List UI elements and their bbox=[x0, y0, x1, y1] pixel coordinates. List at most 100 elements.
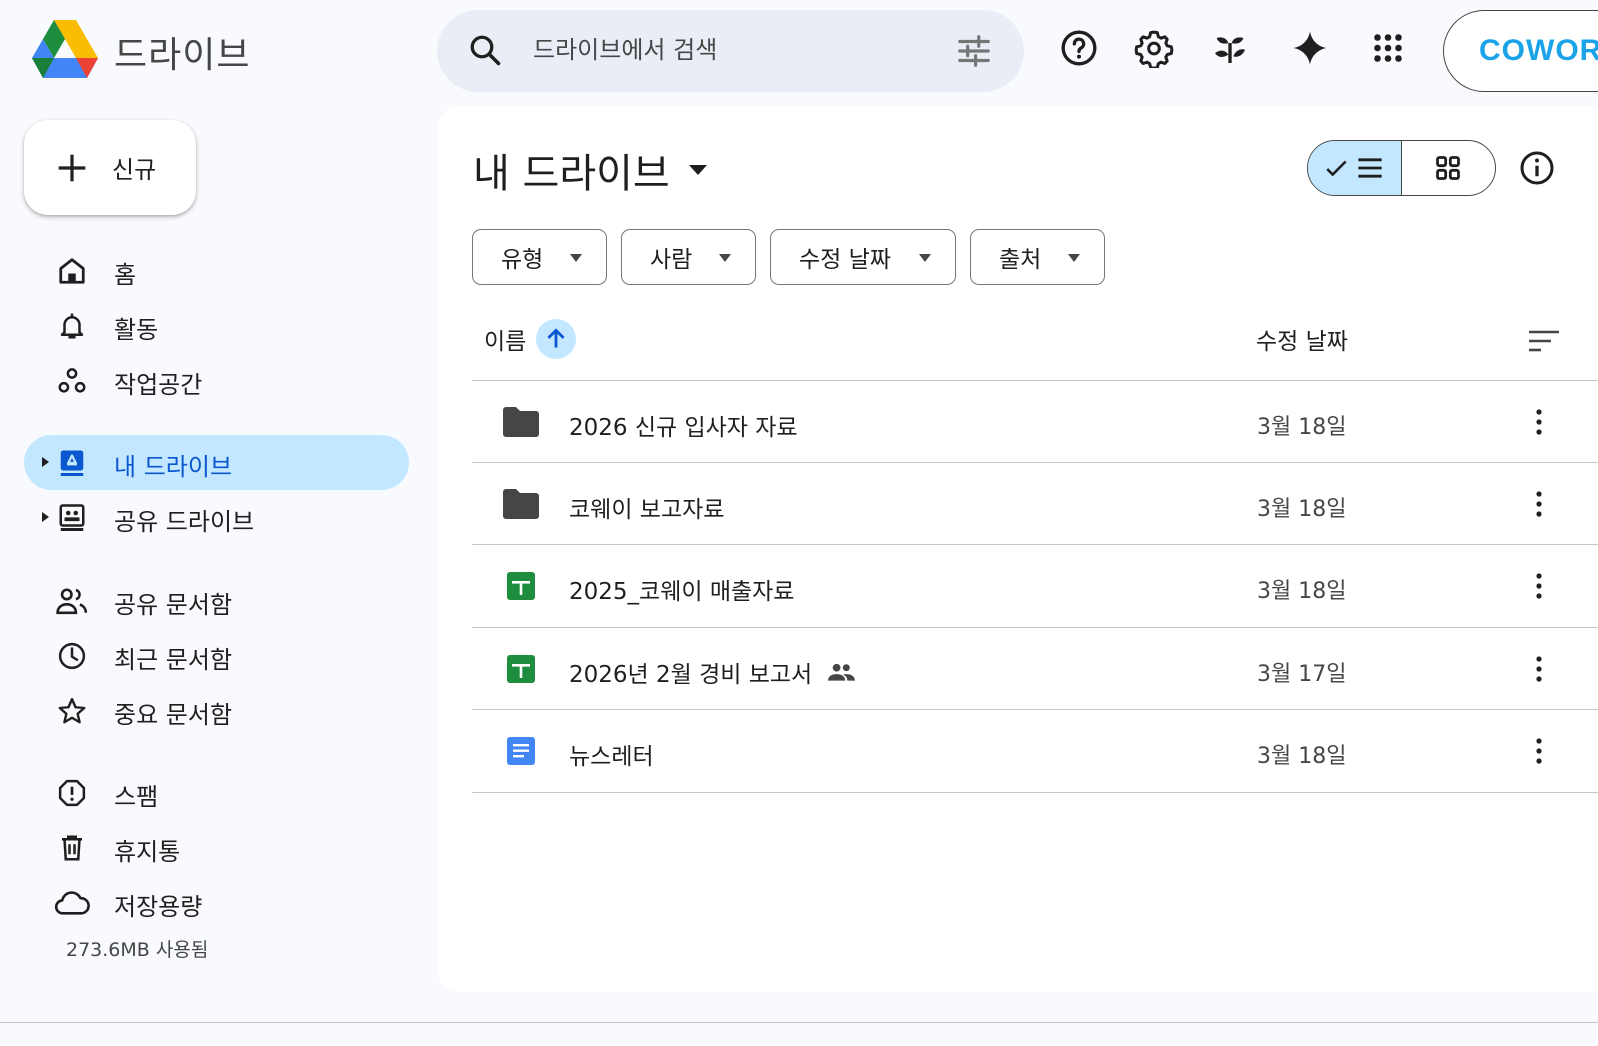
workspace-account-button[interactable]: COWORK bbox=[1443, 10, 1598, 92]
file-modified-date: 3월 18일 bbox=[1257, 744, 1347, 769]
more-options-icon[interactable] bbox=[1524, 569, 1554, 603]
more-options-icon[interactable] bbox=[1524, 487, 1554, 521]
info-icon[interactable] bbox=[1519, 150, 1555, 186]
more-options-icon[interactable] bbox=[1524, 405, 1554, 439]
filter-label: 사람 bbox=[650, 247, 693, 273]
sidebar-item-my-drive[interactable]: 내 드라이브 bbox=[24, 435, 409, 490]
filter-label: 출처 bbox=[999, 247, 1042, 273]
sidebar-item-trash[interactable]: 휴지통 bbox=[24, 820, 409, 875]
search-icon[interactable] bbox=[467, 32, 503, 68]
clock-icon bbox=[54, 640, 90, 672]
sidebar-item-spam[interactable]: 스팸 bbox=[24, 765, 409, 820]
filter-modified-chip[interactable]: 수정 날짜 bbox=[770, 229, 956, 285]
top-bar: 드라이브 드라이브에서 검색 COWO bbox=[0, 0, 1598, 104]
gear-icon[interactable] bbox=[1132, 26, 1176, 70]
shared-drive-icon bbox=[54, 502, 90, 534]
sidebar-item-shared-drives[interactable]: 공유 드라이브 bbox=[24, 490, 409, 545]
apps-grid-icon[interactable] bbox=[1366, 26, 1410, 70]
file-name: 코웨이 보고자료 bbox=[569, 497, 725, 523]
plus-icon bbox=[58, 154, 86, 181]
column-header-modified[interactable]: 수정 날짜 bbox=[1256, 306, 1348, 372]
google-sheets-icon bbox=[502, 569, 540, 603]
file-name: 뉴스레터 bbox=[569, 744, 654, 770]
cloud-icon bbox=[54, 887, 90, 919]
sidebar-item-storage[interactable]: 저장용량 bbox=[24, 875, 409, 930]
main-panel: 내 드라이브 유형 사람 수정 날짜 출처 이름 수정 날짜 2026 신규 입… bbox=[437, 106, 1598, 992]
google-sheets-icon bbox=[502, 652, 540, 686]
list-view-button[interactable] bbox=[1308, 141, 1402, 195]
sidebar-item-label: 스팸 bbox=[114, 783, 159, 811]
window-bottom-border bbox=[0, 1022, 1598, 1023]
filter-people-chip[interactable]: 사람 bbox=[621, 229, 756, 285]
app-title: 드라이브 bbox=[114, 35, 251, 76]
sidebar-item-workspaces[interactable]: 작업공간 bbox=[24, 353, 409, 408]
dropdown-arrow-icon[interactable] bbox=[688, 164, 708, 176]
filter-label: 수정 날짜 bbox=[799, 247, 891, 273]
dropdown-arrow-icon bbox=[1068, 254, 1080, 262]
check-icon bbox=[1326, 160, 1347, 177]
page-title[interactable]: 내 드라이브 bbox=[473, 141, 708, 199]
file-modified-date: 3월 18일 bbox=[1257, 415, 1347, 440]
gemini-icon[interactable] bbox=[1288, 26, 1332, 70]
page-title-text: 내 드라이브 bbox=[473, 151, 670, 197]
expand-caret-icon[interactable] bbox=[39, 510, 51, 524]
storage-used-text: 273.6MB 사용됨 bbox=[66, 939, 209, 961]
sidebar-item-starred[interactable]: 중요 문서함 bbox=[24, 683, 409, 738]
sidebar-item-label: 중요 문서함 bbox=[114, 701, 233, 729]
column-header-label: 이름 bbox=[484, 329, 527, 355]
search-bar[interactable] bbox=[437, 10, 1024, 92]
dropdown-arrow-icon bbox=[919, 254, 931, 262]
workspace-apps-icon[interactable] bbox=[1208, 26, 1252, 70]
sidebar-item-label: 휴지통 bbox=[114, 838, 181, 866]
folder-icon bbox=[502, 405, 540, 439]
sort-options-icon[interactable] bbox=[1527, 328, 1561, 354]
star-icon bbox=[54, 695, 90, 727]
sidebar-item-label: 공유 문서함 bbox=[114, 591, 233, 619]
sidebar-item-label: 홈 bbox=[114, 261, 137, 289]
sidebar-item-shared-with-me[interactable]: 공유 문서함 bbox=[24, 573, 409, 628]
file-row[interactable]: 뉴스레터 3월 18일 bbox=[472, 710, 1598, 792]
grid-view-button[interactable] bbox=[1402, 141, 1496, 195]
sidebar-item-activity[interactable]: 활동 bbox=[24, 298, 409, 353]
more-options-icon[interactable] bbox=[1524, 652, 1554, 686]
file-modified-date: 3월 18일 bbox=[1257, 497, 1347, 522]
filter-source-chip[interactable]: 출처 bbox=[970, 229, 1105, 285]
folder-icon bbox=[502, 487, 540, 521]
search-input[interactable] bbox=[533, 30, 933, 70]
list-icon bbox=[1358, 158, 1382, 178]
view-toggle bbox=[1307, 140, 1496, 196]
filter-type-chip[interactable]: 유형 bbox=[472, 229, 607, 285]
file-name: 2025_코웨이 매출자료 bbox=[569, 579, 795, 605]
shared-people-icon bbox=[828, 663, 856, 681]
column-header-name[interactable]: 이름 bbox=[484, 306, 577, 372]
dropdown-arrow-icon bbox=[570, 254, 582, 262]
column-header-label: 수정 날짜 bbox=[1256, 329, 1348, 355]
file-modified-date: 3월 18일 bbox=[1257, 579, 1347, 604]
file-row[interactable]: 2026년 2월 경비 보고서 3월 17일 bbox=[472, 628, 1598, 710]
sidebar-item-label: 최근 문서함 bbox=[114, 646, 233, 674]
dropdown-arrow-icon bbox=[719, 254, 731, 262]
sidebar-item-label: 작업공간 bbox=[114, 371, 203, 399]
grid-icon bbox=[1436, 156, 1461, 180]
file-row[interactable]: 2026 신규 입사자 자료 3월 18일 bbox=[472, 381, 1598, 463]
sidebar-item-label: 활동 bbox=[114, 316, 159, 344]
search-options-icon[interactable] bbox=[955, 32, 993, 70]
sort-ascending-icon[interactable] bbox=[536, 319, 577, 359]
home-icon bbox=[54, 255, 90, 287]
drive-logo-icon[interactable] bbox=[32, 20, 98, 78]
file-row[interactable]: 2025_코웨이 매출자료 3월 18일 bbox=[472, 545, 1598, 627]
people-icon bbox=[54, 585, 90, 617]
file-row[interactable]: 코웨이 보고자료 3월 18일 bbox=[472, 463, 1598, 545]
help-icon[interactable] bbox=[1057, 26, 1101, 70]
sidebar-item-home[interactable]: 홈 bbox=[24, 243, 409, 298]
sidebar-item-label: 내 드라이브 bbox=[114, 453, 233, 481]
sidebar-item-recent[interactable]: 최근 문서함 bbox=[24, 628, 409, 683]
more-options-icon[interactable] bbox=[1524, 734, 1554, 768]
google-docs-icon bbox=[502, 734, 540, 768]
expand-caret-icon[interactable] bbox=[39, 455, 51, 469]
filter-label: 유형 bbox=[501, 247, 544, 273]
sidebar-item-label: 공유 드라이브 bbox=[114, 508, 255, 536]
spam-icon bbox=[54, 777, 90, 809]
file-name: 2026 신규 입사자 자료 bbox=[569, 415, 798, 441]
new-button[interactable]: 신규 bbox=[24, 120, 196, 215]
